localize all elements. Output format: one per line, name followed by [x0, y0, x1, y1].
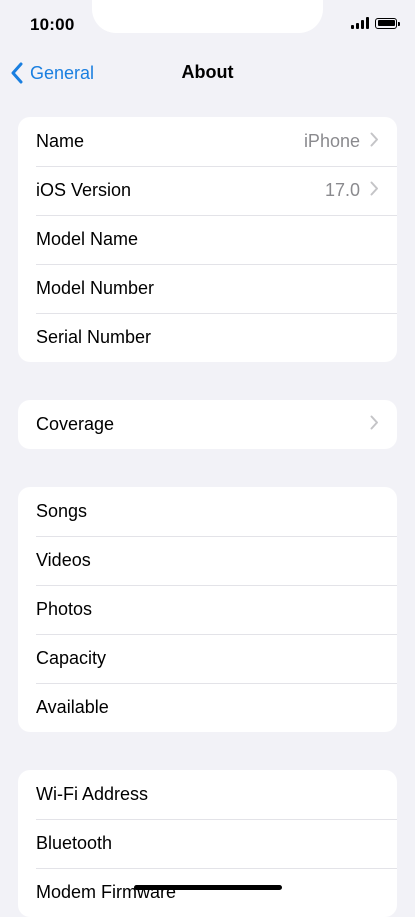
chevron-right-icon — [370, 181, 379, 201]
settings-row-photos[interactable]: Photos — [18, 585, 397, 634]
home-indicator[interactable] — [134, 885, 282, 890]
row-label: Name — [36, 131, 85, 151]
settings-row-available[interactable]: Available — [18, 683, 397, 732]
page-title: About — [181, 62, 234, 82]
chevron-right-icon — [370, 415, 379, 435]
settings-group-device-info: Name iPhone iOS Version 17.0 Model Name Model… — [18, 117, 397, 362]
settings-group-coverage: Coverage — [18, 400, 397, 449]
settings-row-coverage[interactable]: Coverage — [18, 400, 397, 449]
settings-row-ios-version[interactable]: iOS Version 17.0 — [18, 166, 397, 215]
row-label: Model Name — [36, 229, 139, 249]
settings-group-media: Songs Videos Photos Capacity Available — [18, 487, 397, 732]
settings-row-modem-firmware[interactable]: Modem Firmware — [18, 868, 397, 917]
cellular-signal-icon — [351, 17, 369, 29]
settings-row-bluetooth[interactable]: Bluetooth — [18, 819, 397, 868]
row-label: Coverage — [36, 414, 115, 434]
settings-row-serial-number[interactable]: Serial Number — [18, 313, 397, 362]
battery-icon — [375, 17, 400, 29]
row-label: Capacity — [36, 648, 107, 668]
settings-row-name[interactable]: Name iPhone — [18, 117, 397, 166]
navigation-bar: General About — [0, 48, 415, 98]
row-label: Model Number — [36, 278, 155, 298]
settings-row-wi-fi-address[interactable]: Wi-Fi Address — [18, 770, 397, 819]
settings-row-songs[interactable]: Songs — [18, 487, 397, 536]
status-bar: 10:00 — [0, 0, 415, 48]
row-label: Photos — [36, 599, 93, 619]
row-label: Serial Number — [36, 327, 152, 347]
row-label: iOS Version — [36, 180, 132, 200]
row-label: Videos — [36, 550, 91, 570]
status-time: 10:00 — [30, 15, 75, 34]
row-value: 17.0 — [324, 180, 360, 200]
row-label: Songs — [36, 501, 88, 521]
row-value: iPhone — [303, 131, 360, 151]
settings-row-videos[interactable]: Videos — [18, 536, 397, 585]
row-label: Available — [36, 697, 109, 717]
settings-row-capacity[interactable]: Capacity — [18, 634, 397, 683]
settings-group-network: Wi-Fi Address Bluetooth Modem Firmware — [18, 770, 397, 917]
row-label: Bluetooth — [36, 833, 113, 853]
notch — [92, 0, 323, 33]
status-icons — [351, 17, 400, 29]
settings-row-model-name[interactable]: Model Name — [18, 215, 397, 264]
settings-row-model-number[interactable]: Model Number — [18, 264, 397, 313]
chevron-right-icon — [370, 132, 379, 152]
row-label: Wi-Fi Address — [36, 784, 149, 804]
